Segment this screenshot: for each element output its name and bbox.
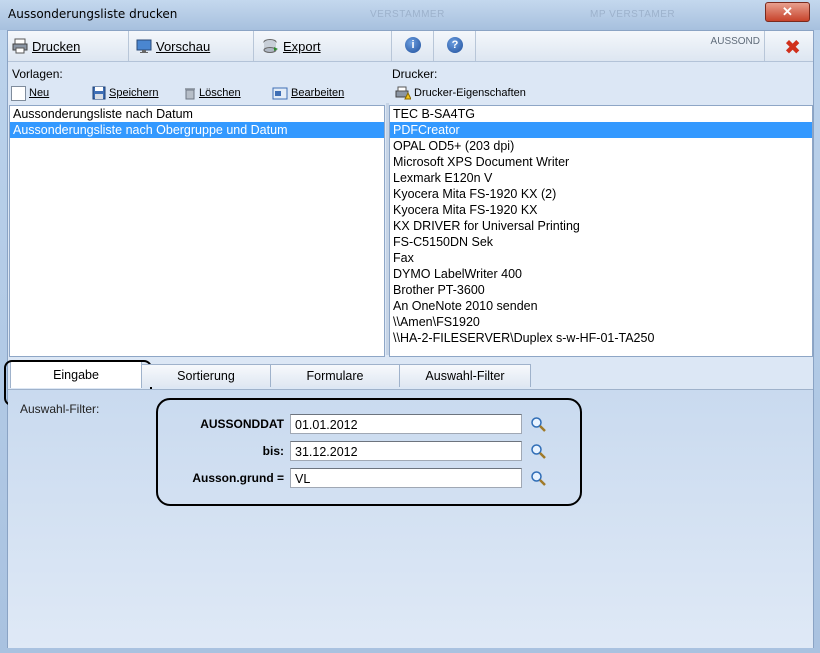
printer-list-item[interactable]: Kyocera Mita FS-1920 KX <box>390 202 812 218</box>
filter-row-reason: Ausson.grund = VL <box>158 468 580 490</box>
new-template-label: Neu <box>29 87 50 99</box>
filter-row-date-from: AUSSONDDAT 01.01.2012 <box>158 414 580 436</box>
printer-list-item[interactable]: An OneNote 2010 senden <box>390 298 812 314</box>
new-template-button[interactable]: Neu <box>11 85 50 101</box>
monitor-icon <box>136 39 152 53</box>
toolbar-separator <box>391 31 392 61</box>
print-button[interactable]: Drucken <box>12 38 80 54</box>
toolbar-separator <box>433 31 434 61</box>
annotation-circle-filter: AUSSONDDAT 01.01.2012 bis: 31.12.2012 Au… <box>156 398 582 506</box>
magnifier-icon[interactable] <box>530 416 546 432</box>
database-export-icon <box>263 39 278 53</box>
printer-properties-label: Drucker-Eigenschaften <box>414 87 526 99</box>
toolbar-separator <box>128 31 129 61</box>
template-list-item-selected[interactable]: Aussonderungsliste nach Obergruppe und D… <box>10 122 384 138</box>
preview-button[interactable]: Vorschau <box>136 38 210 54</box>
module-label: AUSSOND <box>710 36 760 47</box>
template-list-item[interactable]: Aussonderungsliste nach Datum <box>10 106 384 122</box>
toolbar-separator <box>764 31 765 61</box>
filter-label: AUSSONDDAT <box>200 417 284 431</box>
printer-list-item[interactable]: \\HA-2-FILESERVER\Duplex s-w-HF-01-TA250 <box>390 330 812 346</box>
filter-label: bis: <box>262 444 284 458</box>
templates-toolbar: Neu Speichern Löschen Bearbeiten <box>8 83 386 103</box>
date-to-field[interactable]: 31.12.2012 <box>290 441 522 461</box>
background-tab-ghost: MP VERSTAMER <box>590 9 676 20</box>
magnifier-icon[interactable] <box>530 443 546 459</box>
filter-row-date-to: bis: 31.12.2012 <box>158 441 580 463</box>
printer-warning-icon <box>395 86 411 100</box>
printer-list-item[interactable]: \\Amen\FS1920 <box>390 314 812 330</box>
edit-template-label: Bearbeiten <box>291 87 345 99</box>
filter-caption: Auswahl-Filter: <box>20 402 100 416</box>
printer-list-item[interactable]: TEC B-SA4TG <box>390 106 812 122</box>
printers-list[interactable]: TEC B-SA4TG PDFCreator OPAL OD5+ (203 dp… <box>389 105 813 357</box>
toolbar-separator <box>475 31 476 61</box>
printer-list-item[interactable]: DYMO LabelWriter 400 <box>390 266 812 282</box>
floppy-icon <box>92 86 106 100</box>
filter-label: Ausson.grund = <box>192 471 284 485</box>
export-label: Export <box>283 38 321 54</box>
checkbox-icon <box>11 85 26 101</box>
window-close-button[interactable]: ✕ <box>765 2 810 22</box>
save-template-button[interactable]: Speichern <box>92 86 159 100</box>
printer-list-item-selected[interactable]: PDFCreator <box>390 122 812 138</box>
date-from-field[interactable]: 01.01.2012 <box>290 414 522 434</box>
tab-sortierung[interactable]: Sortierung <box>141 364 271 387</box>
input-panel: Auswahl-Filter: AUSSONDDAT 01.01.2012 bi… <box>8 389 813 648</box>
edit-icon <box>272 87 288 99</box>
edit-template-button[interactable]: Bearbeiten <box>272 87 344 100</box>
printer-properties-button[interactable]: Drucker-Eigenschaften <box>395 86 526 100</box>
preview-label: Vorschau <box>156 38 211 54</box>
toolbar-separator <box>253 31 254 61</box>
printers-caption: Drucker: <box>392 67 438 81</box>
info-icon[interactable]: i <box>405 37 421 53</box>
delete-template-button[interactable]: Löschen <box>184 86 241 100</box>
main-toolbar: Drucken Vorschau Export i ? AUSSOND ✖ <box>8 31 813 62</box>
window-title: Aussonderungsliste drucken <box>8 7 178 21</box>
close-icon[interactable]: ✖ <box>784 35 801 59</box>
printer-icon <box>12 38 28 54</box>
printer-list-item[interactable]: Lexmark E120n V <box>390 170 812 186</box>
dialog-body: Drucken Vorschau Export i ? AUSSOND ✖ Vo… <box>4 30 814 648</box>
printer-list-item[interactable]: Fax <box>390 250 812 266</box>
title-bar: Aussonderungsliste drucken VERSTAMMER MP… <box>0 0 820 30</box>
reason-field[interactable]: VL <box>290 468 522 488</box>
templates-list[interactable]: Aussonderungsliste nach Datum Aussonderu… <box>9 105 385 357</box>
print-label: Drucken <box>32 38 81 54</box>
printer-list-item[interactable]: Brother PT-3600 <box>390 282 812 298</box>
printer-list-item[interactable]: Microsoft XPS Document Writer <box>390 154 812 170</box>
app-window: Aussonderungsliste drucken VERSTAMMER MP… <box>0 0 820 653</box>
printer-list-item[interactable]: FS-C5150DN Sek <box>390 234 812 250</box>
export-button[interactable]: Export <box>263 38 321 54</box>
trash-icon <box>185 88 195 100</box>
printer-list-item[interactable]: OPAL OD5+ (203 dpi) <box>390 138 812 154</box>
printer-list-item[interactable]: KX DRIVER for Universal Printing <box>390 218 812 234</box>
magnifier-icon[interactable] <box>530 470 546 486</box>
delete-template-label: Löschen <box>199 87 241 99</box>
tab-strip: Eingabe Sortierung Formulare Auswahl-Fil… <box>4 360 813 406</box>
help-icon[interactable]: ? <box>447 37 463 53</box>
background-tab-ghost: VERSTAMMER <box>370 9 445 20</box>
save-template-label: Speichern <box>109 87 159 99</box>
templates-caption: Vorlagen: <box>12 67 63 81</box>
printer-list-item[interactable]: Kyocera Mita FS-1920 KX (2) <box>390 186 812 202</box>
tab-formulare[interactable]: Formulare <box>270 364 400 387</box>
printers-toolbar: Drucker-Eigenschaften <box>389 83 813 103</box>
tab-auswahl-filter[interactable]: Auswahl-Filter <box>399 364 531 387</box>
